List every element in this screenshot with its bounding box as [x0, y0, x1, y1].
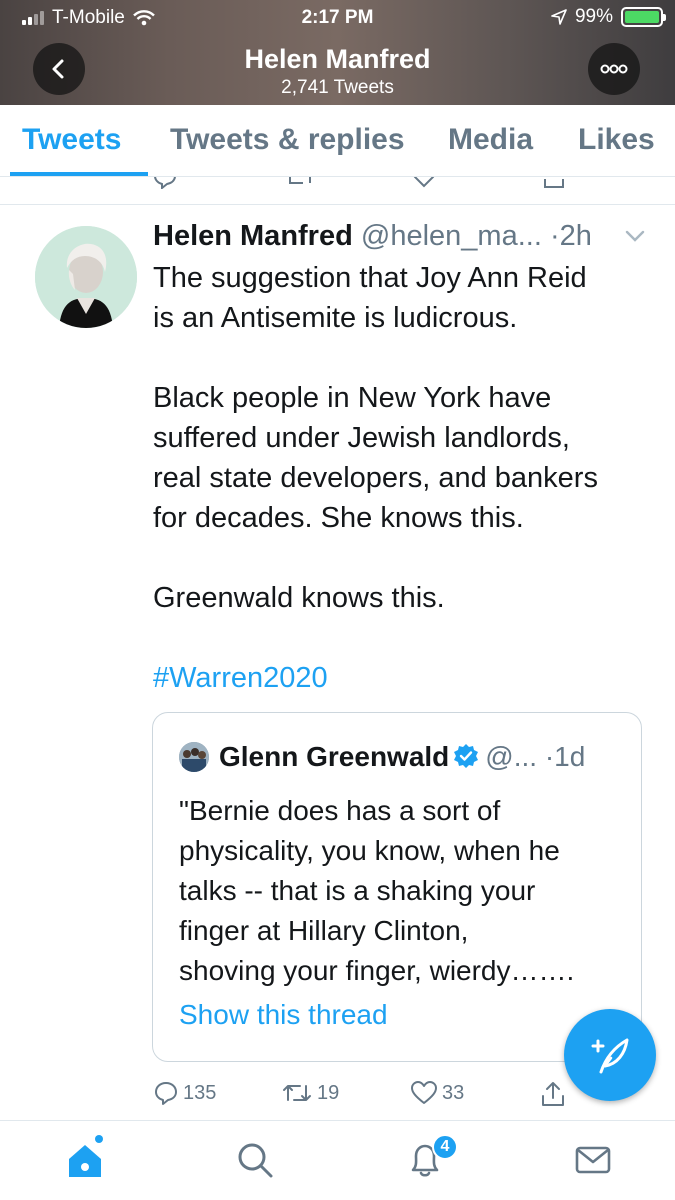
quote-line: talks -- that is a shaking your: [179, 875, 536, 906]
like-count: 33: [442, 1081, 465, 1104]
more-dots-icon: [600, 64, 628, 74]
avatar-group-photo: [179, 742, 209, 772]
battery-percent: 99%: [574, 6, 613, 27]
tweet-line: for decades. She knows this.: [153, 502, 524, 534]
tweet-text: The suggestion that Joy Ann Reid is an A…: [153, 258, 653, 698]
quoted-author-avatar: [179, 742, 209, 772]
chevron-down-icon[interactable]: [622, 226, 648, 246]
reply-icon: [154, 177, 176, 189]
tweet-line: [153, 538, 653, 578]
quoted-tweet-card[interactable]: Glenn Greenwald @... ·1d "Bernie does ha…: [152, 712, 642, 1062]
status-bar: T-Mobile 2:17 PM 99%: [0, 0, 675, 36]
compose-feather-icon: [591, 1038, 629, 1074]
tweet-line: [153, 338, 653, 378]
quoted-tweet-timestamp: ·1d: [544, 741, 586, 772]
quoted-tweet-header: Glenn Greenwald @... ·1d: [219, 741, 585, 773]
battery-icon: [621, 7, 666, 27]
tweet-line: Greenwald knows this.: [153, 582, 445, 614]
retweet-icon: [283, 1085, 311, 1101]
verified-badge-icon: [454, 744, 479, 768]
notifications-badge: 4: [432, 1134, 458, 1160]
quote-line: finger at Hillary Clinton,: [179, 915, 469, 946]
tweet-line: is an Antisemite is ludicrous.: [153, 302, 518, 334]
messages-envelope-icon[interactable]: [572, 1139, 614, 1181]
heart-icon: [411, 1081, 437, 1104]
profile-tabs: Tweets Tweets & replies Media Likes: [0, 105, 675, 177]
home-new-indicator: [95, 1135, 103, 1143]
reply-icon: [155, 1082, 177, 1105]
profile-header: T-Mobile 2:17 PM 99% Helen Manfred 2,741…: [0, 0, 675, 105]
avatar-portrait: [35, 226, 137, 328]
compose-tweet-button[interactable]: [564, 1009, 656, 1101]
quoted-tweet-text: "Bernie does has a sort of physicality, …: [179, 791, 629, 991]
like-icon: [413, 177, 435, 188]
retweet-icon: [289, 177, 311, 184]
tab-likes[interactable]: Likes: [578, 123, 655, 157]
tab-tweets-replies[interactable]: Tweets & replies: [170, 123, 405, 157]
quoted-author-handle: @...: [485, 741, 538, 772]
home-icon[interactable]: [64, 1139, 106, 1181]
tweet-header: Helen Manfred @helen_ma... ·2h: [153, 220, 653, 253]
bottom-navigation: [0, 1120, 675, 1200]
tweet-line: [153, 618, 653, 658]
previous-tweet-actions: [0, 177, 675, 205]
retweet-count: 19: [317, 1081, 340, 1104]
tweet-line: The suggestion that Joy Ann Reid: [153, 262, 587, 294]
like-button[interactable]: 33: [410, 1080, 464, 1106]
tweet-author-avatar[interactable]: [35, 226, 137, 328]
quote-line: shoving your finger, wierdy…….: [179, 955, 575, 986]
tweet-line: suffered under Jewish landlords,: [153, 422, 570, 454]
share-button[interactable]: [540, 1080, 566, 1108]
quote-line: physicality, you know, when he: [179, 835, 560, 866]
show-thread-link[interactable]: Show this thread: [179, 999, 388, 1031]
share-icon: [544, 179, 564, 188]
tab-tweets[interactable]: Tweets: [22, 123, 121, 157]
reply-button[interactable]: 135: [153, 1080, 216, 1106]
quote-line: "Bernie does has a sort of: [179, 795, 501, 826]
tab-media[interactable]: Media: [448, 123, 533, 157]
tweet-author-handle[interactable]: @helen_ma...: [361, 220, 542, 252]
quoted-author-name: Glenn Greenwald: [219, 741, 450, 772]
tweet-line: Black people in New York have: [153, 382, 552, 414]
tweet-count: 2,741 Tweets: [281, 77, 394, 98]
active-tab-indicator: [10, 172, 148, 176]
more-options-button[interactable]: [588, 43, 640, 95]
profile-name-title: Helen Manfred: [244, 44, 431, 74]
tweet-author-name[interactable]: Helen Manfred: [153, 220, 353, 252]
search-icon[interactable]: [234, 1139, 276, 1181]
retweet-button[interactable]: 19: [281, 1080, 339, 1106]
location-arrow-icon: [551, 9, 567, 25]
tweet-line: real state developers, and bankers: [153, 462, 598, 494]
tweet-timestamp: ·2h: [549, 220, 592, 252]
reply-count: 135: [183, 1081, 217, 1104]
hashtag-link[interactable]: #Warren2020: [153, 658, 653, 698]
share-icon: [542, 1082, 564, 1106]
